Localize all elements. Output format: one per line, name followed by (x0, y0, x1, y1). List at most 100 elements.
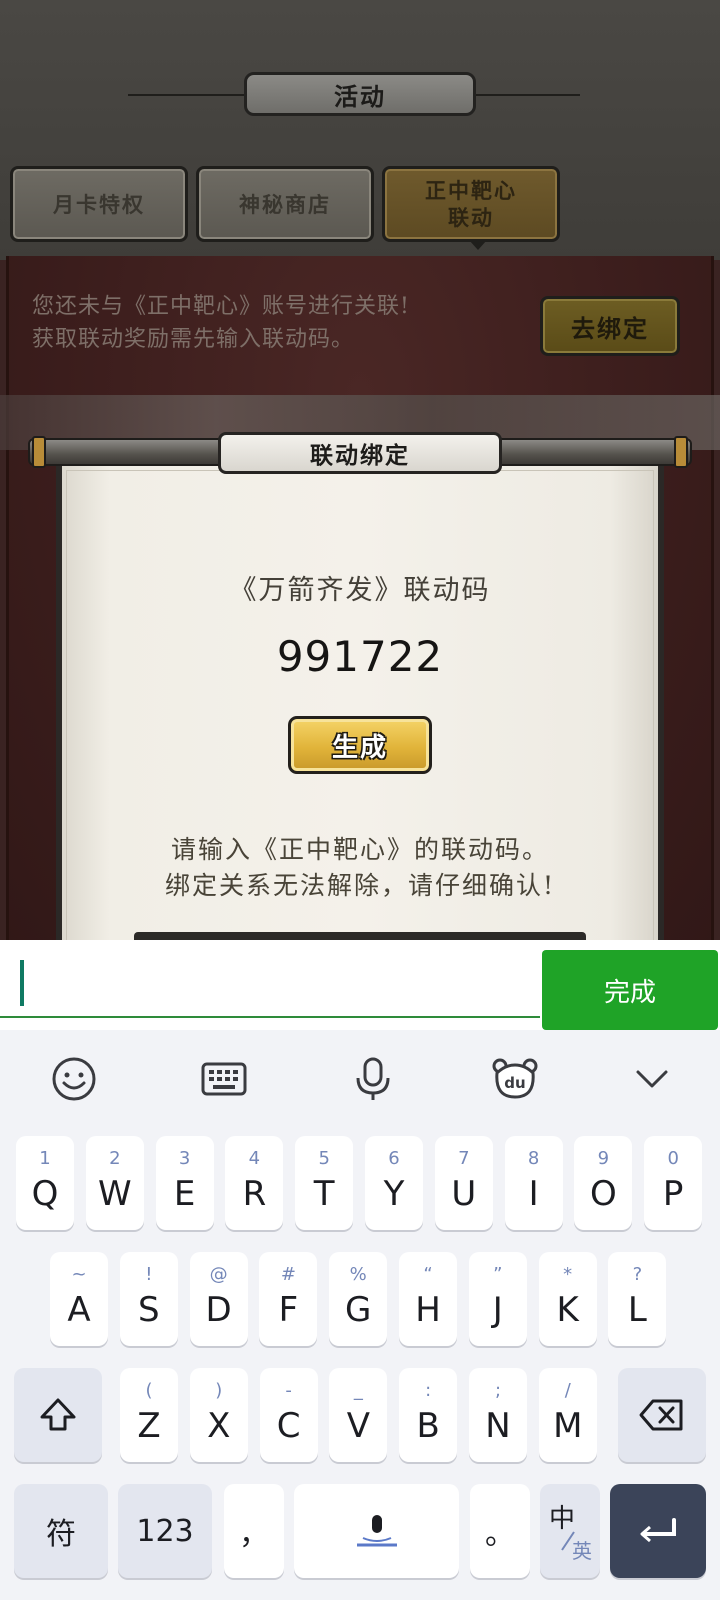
space-mic-icon (356, 1515, 397, 1547)
key-c[interactable]: -C (259, 1368, 318, 1462)
collab-code-value: 991722 (276, 632, 444, 681)
key-hint: ) (215, 1380, 223, 1401)
key-r[interactable]: 4R (225, 1136, 284, 1230)
key-hint: @ (209, 1264, 228, 1285)
key-u[interactable]: 7U (434, 1136, 493, 1230)
key-label: U (451, 1174, 477, 1214)
collab-code-label: 《万箭齐发》联动码 (229, 575, 491, 606)
key-label: Y (383, 1174, 405, 1214)
go-bind-button[interactable]: 去绑定 (540, 296, 680, 356)
tab-mystery-shop[interactable]: 神秘商店 (196, 166, 374, 242)
collapse-chevron-icon[interactable] (625, 1052, 679, 1106)
text-input-field[interactable] (0, 940, 540, 1018)
bind-instructions: 请输入《正中靶心》的联动码。 绑定关系无法解除，请仔细确认! (56, 832, 664, 904)
key-hint: 9 (597, 1148, 610, 1169)
key-m[interactable]: / M (538, 1368, 597, 1462)
key-hint: : (425, 1380, 432, 1401)
symbol-key-label: 符 (46, 1517, 76, 1552)
key-label: P (662, 1174, 684, 1214)
symbol-key[interactable]: 符 (14, 1484, 108, 1578)
key-hint: “ (423, 1264, 433, 1285)
key-label: I (528, 1174, 539, 1214)
comma-key[interactable]: ， (224, 1484, 284, 1578)
language-switch-key[interactable]: 中 英 (540, 1484, 600, 1578)
key-i[interactable]: 8I (504, 1136, 563, 1230)
key-label: B (416, 1406, 440, 1446)
key-y[interactable]: 6Y (365, 1136, 423, 1230)
key-q[interactable]: 1Q (16, 1136, 74, 1230)
key-label: R (242, 1174, 267, 1214)
key-f[interactable]: # F (259, 1252, 318, 1346)
key-s[interactable]: ! S (119, 1252, 178, 1346)
key-label: H (415, 1290, 441, 1330)
generate-button[interactable]: 生成 (288, 716, 432, 774)
key-hint: 2 (109, 1148, 121, 1169)
key-hint: ” (493, 1264, 503, 1285)
key-label: M (553, 1406, 583, 1446)
key-label: D (205, 1290, 232, 1330)
keyboard-icon[interactable] (197, 1052, 251, 1106)
key-label: S (138, 1290, 160, 1330)
key-hint: ? (632, 1264, 643, 1285)
soft-keyboard: du 1Q2W3E4R5T6Y7U8I9O0P ~ A! S @ D # F% G “H” J * K… (0, 1030, 720, 1600)
baidu-du-icon[interactable]: du (488, 1052, 542, 1106)
code-input-box[interactable] (134, 932, 586, 940)
key-d[interactable]: @ D (189, 1252, 248, 1346)
period-key[interactable]: 。 (470, 1484, 530, 1578)
notice-line: 获取联动奖励需先输入联动码。 (32, 327, 355, 352)
key-j[interactable]: ” J (468, 1252, 527, 1346)
key-hint: ( (145, 1380, 153, 1401)
key-v[interactable]: _ V (329, 1368, 388, 1462)
notice-line: 您还未与《正中靶心》账号进行关联! (32, 294, 410, 319)
tab-monthly-card[interactable]: 月卡特权 (10, 166, 188, 242)
done-button[interactable]: 完成 (542, 950, 718, 1030)
key-label: A (67, 1290, 91, 1330)
key-x[interactable]: ) X (189, 1368, 248, 1462)
key-k[interactable]: * K (538, 1252, 597, 1346)
key-e[interactable]: 3E (155, 1136, 214, 1230)
key-t[interactable]: 5T (295, 1136, 354, 1230)
key-label: O (590, 1174, 617, 1214)
dialog-title: 联动绑定 (218, 432, 502, 474)
key-hint: _ (353, 1380, 363, 1401)
active-tab-pointer (469, 240, 487, 250)
emoji-icon[interactable] (47, 1052, 101, 1106)
instruction-line: 绑定关系无法解除，请仔细确认! (164, 871, 556, 900)
key-hint: 1 (39, 1148, 51, 1169)
key-p[interactable]: 0P (644, 1136, 703, 1230)
game-screen: 活动 月卡特权 神秘商店 正中靶心 联动 您还未与《正中靶心》账号进行关联! 获… (0, 0, 720, 940)
key-o[interactable]: 9O (574, 1136, 633, 1230)
instruction-line: 请输入《正中靶心》的联动码。 (170, 835, 549, 864)
tab-label: 神秘商店 (239, 191, 331, 217)
key-label: K (556, 1290, 579, 1330)
shift-key[interactable] (14, 1368, 102, 1462)
key-label: F (278, 1290, 299, 1330)
key-label: Z (137, 1406, 161, 1446)
binding-notice: 您还未与《正中靶心》账号进行关联! 获取联动奖励需先输入联动码。 (32, 290, 512, 356)
key-n[interactable]: ; N (469, 1368, 527, 1462)
enter-key[interactable] (610, 1484, 706, 1578)
rod-cap-left (32, 436, 46, 468)
numeric-key[interactable]: 123 (118, 1484, 212, 1578)
key-g[interactable]: % G (329, 1252, 388, 1346)
key-hint: 5 (318, 1148, 330, 1169)
key-w[interactable]: 2W (85, 1136, 144, 1230)
key-hint: * (563, 1264, 573, 1285)
key-hint: % (349, 1264, 367, 1285)
key-b[interactable]: :B (399, 1368, 458, 1462)
key-hint: ; (494, 1380, 502, 1401)
key-a[interactable]: ~ A (50, 1252, 108, 1346)
tab-collab-event[interactable]: 正中靶心 联动 (382, 166, 560, 242)
key-h[interactable]: “H (399, 1252, 457, 1346)
microphone-icon[interactable] (346, 1052, 400, 1106)
key-label: G (345, 1290, 372, 1330)
ime-input-bar: 完成 (0, 940, 720, 1030)
backspace-key[interactable] (618, 1368, 706, 1462)
key-hint: 0 (667, 1148, 679, 1169)
key-label: E (173, 1174, 196, 1214)
key-l[interactable]: ? L (608, 1252, 667, 1346)
key-z[interactable]: (Z (120, 1368, 178, 1462)
text-caret (20, 960, 24, 1006)
space-key[interactable] (294, 1484, 459, 1578)
key-hint: 3 (178, 1148, 191, 1169)
